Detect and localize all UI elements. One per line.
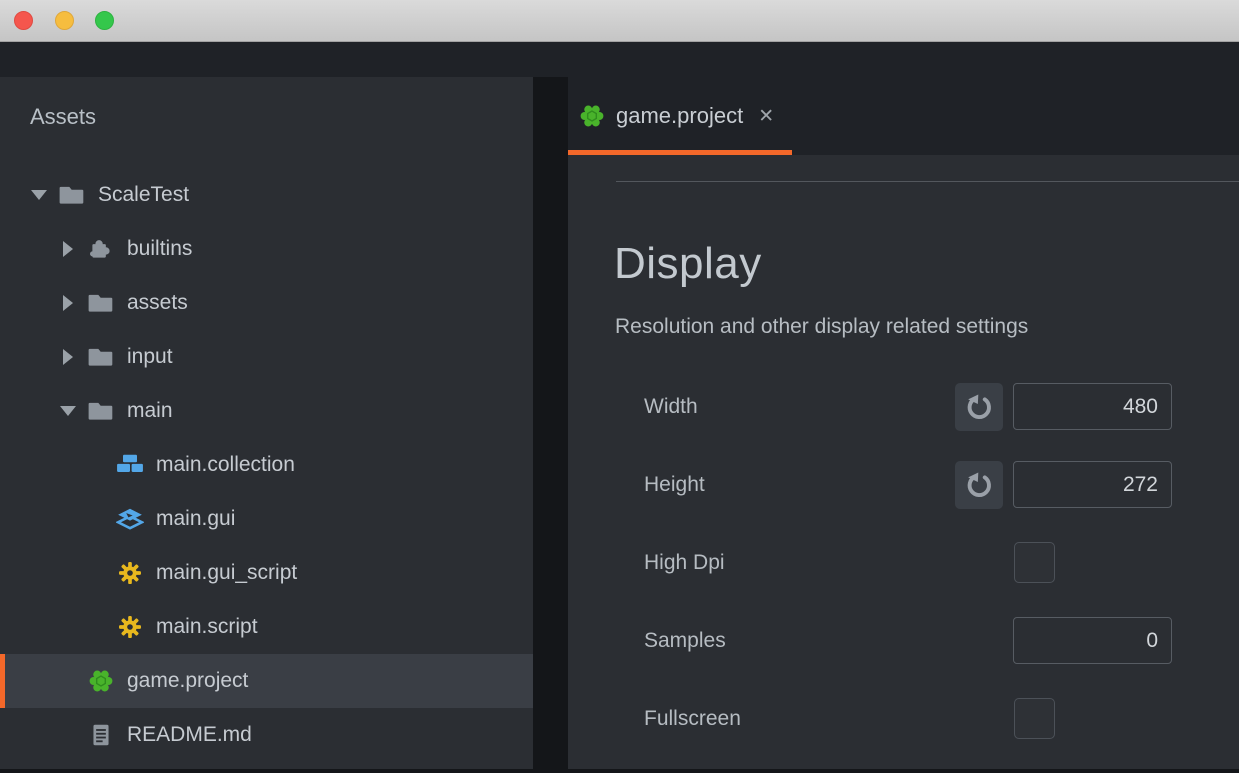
tab-label: game.project bbox=[616, 103, 743, 129]
tree-item-label: input bbox=[127, 345, 173, 369]
reset-button[interactable] bbox=[955, 383, 1003, 431]
assets-panel-title: Assets bbox=[30, 104, 96, 130]
chevron-down-icon[interactable] bbox=[28, 184, 50, 206]
script-icon bbox=[116, 613, 144, 641]
folder-icon bbox=[87, 397, 115, 425]
document-icon bbox=[87, 721, 115, 749]
tree-item-label: main.collection bbox=[156, 453, 295, 477]
folder-icon bbox=[87, 289, 115, 317]
tree-item-main-gui[interactable]: main.gui bbox=[0, 492, 533, 546]
tree-item-main-collection[interactable]: main.collection bbox=[0, 438, 533, 492]
arrow-spacer bbox=[86, 562, 108, 584]
tree-item-main-gui-script[interactable]: main.gui_script bbox=[0, 546, 533, 600]
chevron-right-icon[interactable] bbox=[57, 292, 79, 314]
tree-item-label: ScaleTest bbox=[98, 183, 189, 207]
editor-pane: game.project ✕ Display Resolution and ot… bbox=[568, 77, 1239, 769]
tree-item-label: main.gui_script bbox=[156, 561, 297, 585]
asset-tree: ScaleTest builtins assets input main main.col… bbox=[0, 168, 533, 762]
tree-item-scaletest[interactable]: ScaleTest bbox=[0, 168, 533, 222]
tree-item-label: assets bbox=[127, 291, 188, 315]
tree-item-game-project[interactable]: game.project bbox=[0, 654, 533, 708]
arrow-spacer bbox=[86, 508, 108, 530]
chevron-down-icon[interactable] bbox=[57, 400, 79, 422]
high-dpi-checkbox[interactable] bbox=[1014, 542, 1055, 583]
arrow-spacer bbox=[86, 454, 108, 476]
puzzle-icon bbox=[87, 235, 115, 263]
minimize-window-button[interactable] bbox=[55, 11, 74, 30]
reset-icon bbox=[964, 392, 994, 422]
field-row-fullscreen: Fullscreen bbox=[568, 695, 1239, 743]
tree-item-label: builtins bbox=[127, 237, 192, 261]
chevron-right-icon[interactable] bbox=[57, 346, 79, 368]
toolbar-strip bbox=[0, 42, 1239, 77]
defold-icon bbox=[578, 102, 606, 130]
fullscreen-checkbox[interactable] bbox=[1014, 698, 1055, 739]
width-input[interactable] bbox=[1013, 383, 1172, 430]
arrow-spacer bbox=[86, 616, 108, 638]
display-settings-form: Width Height High Dpi Samples Fullscreen bbox=[568, 383, 1239, 773]
tree-item-label: README.md bbox=[127, 723, 252, 747]
defold-editor-window: { "window": { "traffic_lights": ["close"… bbox=[0, 0, 1239, 769]
script-icon bbox=[116, 559, 144, 587]
folder-icon bbox=[87, 343, 115, 371]
tab-game-project[interactable]: game.project ✕ bbox=[568, 77, 792, 155]
folder-icon bbox=[58, 181, 86, 209]
field-row-width: Width bbox=[568, 383, 1239, 431]
tree-item-readme-md[interactable]: README.md bbox=[0, 708, 533, 762]
field-label: Fullscreen bbox=[644, 707, 741, 731]
tree-item-builtins[interactable]: builtins bbox=[0, 222, 533, 276]
tree-item-main-script[interactable]: main.script bbox=[0, 600, 533, 654]
tab-close-icon[interactable]: ✕ bbox=[758, 107, 774, 126]
field-label: Samples bbox=[644, 629, 726, 653]
collection-icon bbox=[116, 451, 144, 479]
tree-item-label: main bbox=[127, 399, 173, 423]
tree-item-main[interactable]: main bbox=[0, 384, 533, 438]
chevron-right-icon[interactable] bbox=[57, 238, 79, 260]
arrow-spacer bbox=[57, 670, 79, 692]
tree-item-assets[interactable]: assets bbox=[0, 276, 533, 330]
tab-bar: game.project ✕ bbox=[568, 77, 1239, 155]
samples-input[interactable] bbox=[1013, 617, 1172, 664]
field-label: High Dpi bbox=[644, 551, 725, 575]
reset-icon bbox=[964, 470, 994, 500]
tree-item-label: main.script bbox=[156, 615, 258, 639]
zoom-window-button[interactable] bbox=[95, 11, 114, 30]
assets-panel: Assets ScaleTest builtins assets input main m… bbox=[0, 77, 533, 769]
section-subtitle: Resolution and other display related set… bbox=[615, 315, 1028, 339]
field-row-height: Height bbox=[568, 461, 1239, 509]
height-input[interactable] bbox=[1013, 461, 1172, 508]
gui-icon bbox=[116, 505, 144, 533]
field-row-high-dpi: High Dpi bbox=[568, 539, 1239, 587]
tree-item-label: main.gui bbox=[156, 507, 235, 531]
field-label: Width bbox=[644, 395, 698, 419]
reset-button[interactable] bbox=[955, 461, 1003, 509]
game-project-editor: Display Resolution and other display rel… bbox=[568, 155, 1239, 769]
field-label: Height bbox=[644, 473, 705, 497]
section-title: Display bbox=[614, 239, 762, 289]
tree-item-input[interactable]: input bbox=[0, 330, 533, 384]
tree-item-label: game.project bbox=[127, 669, 248, 693]
arrow-spacer bbox=[57, 724, 79, 746]
defold-icon bbox=[87, 667, 115, 695]
close-window-button[interactable] bbox=[14, 11, 33, 30]
field-row-samples: Samples bbox=[568, 617, 1239, 665]
section-divider bbox=[616, 181, 1239, 182]
titlebar bbox=[0, 0, 1239, 42]
